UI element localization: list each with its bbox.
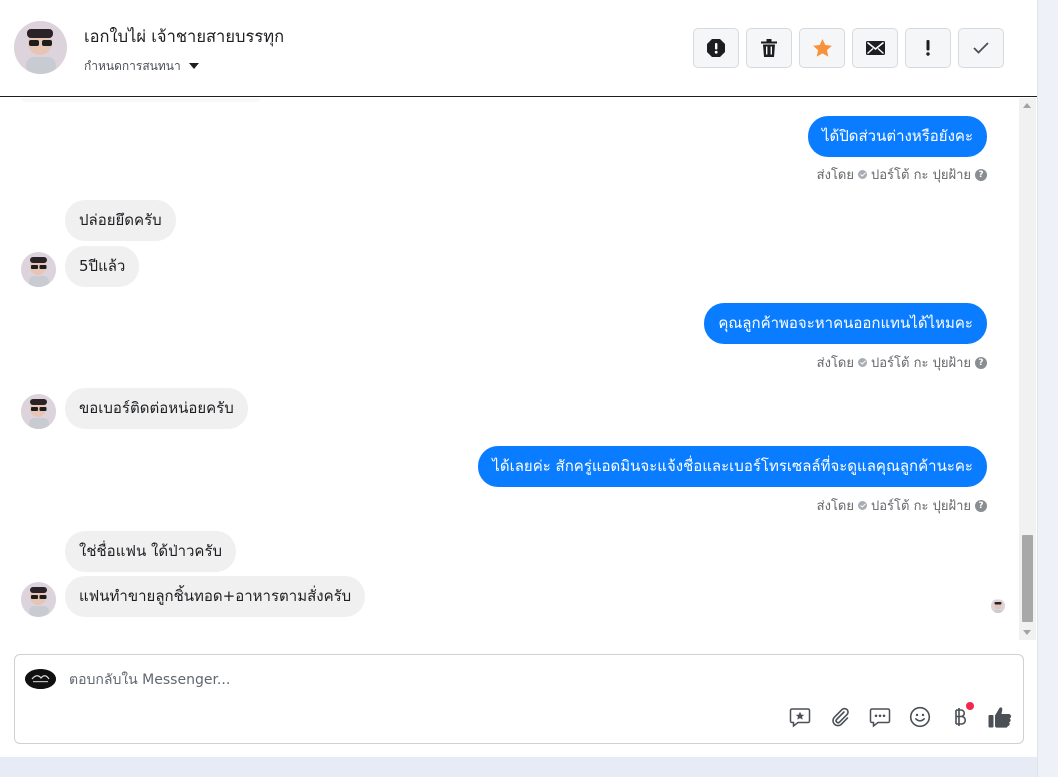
contact-avatar[interactable] bbox=[14, 21, 67, 74]
conversation-toolbar bbox=[693, 28, 1004, 68]
composer-toolbar bbox=[788, 702, 1012, 729]
assign-conversation-dropdown[interactable]: กำหนดการสนทนา bbox=[84, 57, 199, 76]
scroll-thumb[interactable] bbox=[1022, 535, 1033, 622]
sent-check-icon bbox=[858, 501, 867, 510]
checkmark-icon bbox=[973, 42, 989, 54]
sent-by-agent: ปอร์โต้ กะ ปุยฝ้าย bbox=[871, 168, 971, 183]
partial-message-above bbox=[21, 98, 261, 102]
sent-by-agent: ปอร์โต้ กะ ปุยฝ้าย bbox=[871, 499, 971, 514]
mark-spam-button[interactable] bbox=[693, 28, 739, 68]
alert-circle-icon bbox=[707, 39, 725, 57]
attachment-icon bbox=[832, 707, 849, 727]
incoming-message[interactable]: ขอเบอร์ติดต่อหน่อยครับ bbox=[65, 388, 248, 429]
outgoing-message[interactable]: ได้เลยค่ะ สักครู่แอดมินจะแจ้งชื่อและเบอร… bbox=[478, 446, 987, 487]
bottom-edge bbox=[0, 757, 1037, 777]
reply-composer bbox=[14, 654, 1024, 744]
help-icon[interactable]: ? bbox=[975, 499, 987, 512]
outgoing-message[interactable]: คุณลูกค้าพอจะหาคนออกแทนได้ไหมคะ bbox=[704, 303, 987, 344]
conversation-panel: เอกใบไผ่ เจ้าชายสายบรรทุก กำหนดการสนทนา bbox=[0, 0, 1037, 757]
contact-avatar-small bbox=[21, 252, 56, 287]
like-button[interactable] bbox=[988, 705, 1012, 729]
contact-avatar-small bbox=[21, 582, 56, 617]
contact-name: เอกใบไผ่ เจ้าชายสายบรรทุก bbox=[84, 27, 285, 46]
scroll-up-arrow-icon[interactable] bbox=[1023, 103, 1031, 108]
envelope-icon bbox=[865, 41, 885, 55]
conversation-header: เอกใบไผ่ เจ้าชายสายบรรทุก กำหนดการสนทนา bbox=[0, 0, 1037, 97]
star-icon bbox=[812, 39, 832, 57]
saved-reply-button[interactable] bbox=[788, 705, 812, 729]
sent-by-line: ส่งโดย ปอร์โต้ กะ ปุยฝ้าย ? bbox=[817, 164, 987, 185]
right-panel-edge bbox=[1037, 0, 1058, 777]
saved-reply-icon bbox=[789, 708, 811, 728]
emoji-icon bbox=[909, 706, 931, 728]
incoming-message[interactable]: แฟนทำขายลูกชิ้นทอด+อาหารตามสั่งครับ bbox=[65, 576, 366, 617]
message-list[interactable]: ได้ปิดส่วนต่างหรือยังคะ ส่งโดย ปอร์โต้ ก… bbox=[0, 98, 1037, 640]
notification-dot bbox=[966, 702, 974, 710]
scroll-down-arrow-icon[interactable] bbox=[1023, 630, 1031, 635]
sent-check-icon bbox=[858, 170, 867, 179]
quick-reply-icon bbox=[869, 708, 891, 728]
help-icon[interactable]: ? bbox=[975, 356, 987, 369]
payment-button[interactable] bbox=[948, 702, 974, 729]
quick-reply-button[interactable] bbox=[868, 705, 892, 729]
seen-indicator-avatar bbox=[991, 599, 1005, 613]
follow-up-button[interactable] bbox=[905, 28, 951, 68]
message-scrollbar[interactable] bbox=[1019, 98, 1036, 640]
reply-input[interactable] bbox=[67, 667, 771, 693]
contact-avatar-small bbox=[21, 394, 56, 429]
incoming-message[interactable]: ปล่อยยึดครับ bbox=[65, 200, 176, 241]
sent-by-label: ส่งโดย bbox=[816, 356, 854, 371]
help-icon[interactable]: ? bbox=[975, 168, 987, 181]
baht-payment-icon bbox=[955, 708, 967, 726]
mark-unread-button[interactable] bbox=[852, 28, 898, 68]
mark-done-button[interactable] bbox=[958, 28, 1004, 68]
caret-down-icon bbox=[188, 63, 199, 69]
incoming-message[interactable]: 5ปีแล้ว bbox=[65, 246, 140, 287]
like-icon bbox=[988, 707, 1012, 728]
emoji-button[interactable] bbox=[908, 705, 932, 729]
sent-by-line: ส่งโดย ปอร์โต้ กะ ปุยฝ้าย ? bbox=[817, 352, 987, 373]
sent-check-icon bbox=[858, 358, 867, 367]
star-button[interactable] bbox=[799, 28, 845, 68]
attachment-button[interactable] bbox=[828, 705, 852, 729]
sent-by-line: ส่งโดย ปอร์โต้ กะ ปุยฝ้าย ? bbox=[817, 495, 987, 516]
incoming-message[interactable]: ใช่ชื่อแฟน ใด้ป่าวครับ bbox=[65, 531, 237, 572]
sent-by-agent: ปอร์โต้ กะ ปุยฝ้าย bbox=[871, 356, 971, 371]
outgoing-message[interactable]: ได้ปิดส่วนต่างหรือยังคะ bbox=[807, 116, 987, 157]
exclamation-icon bbox=[926, 40, 930, 56]
trash-icon bbox=[761, 39, 777, 57]
delete-button[interactable] bbox=[746, 28, 792, 68]
assign-label: กำหนดการสนทนา bbox=[84, 59, 181, 73]
sent-by-label: ส่งโดย bbox=[816, 499, 854, 514]
sent-by-label: ส่งโดย bbox=[816, 168, 854, 183]
page-logo bbox=[25, 669, 56, 689]
